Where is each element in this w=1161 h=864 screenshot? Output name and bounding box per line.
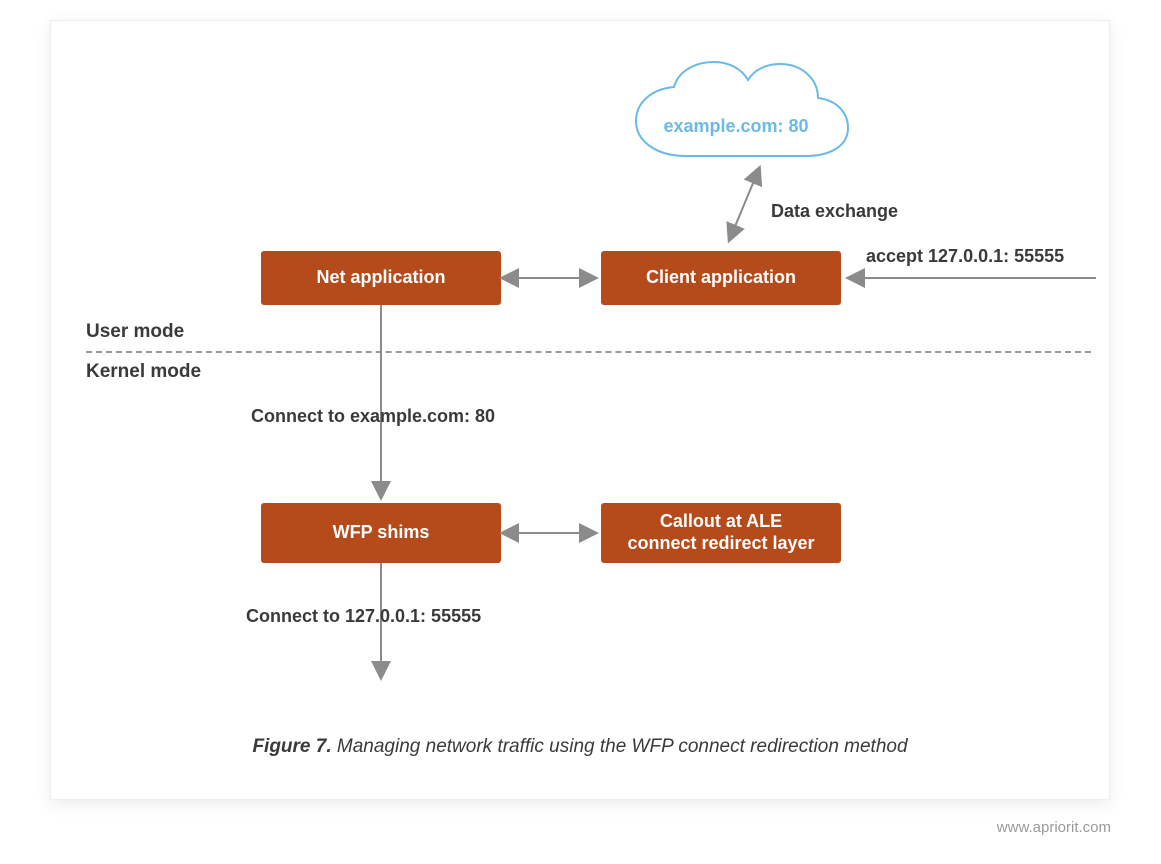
box-net-application: Net application	[261, 251, 501, 305]
mode-divider	[86, 351, 1091, 353]
box-client-application: Client application	[601, 251, 841, 305]
label-connect-80: Connect to example.com: 80	[251, 406, 495, 427]
label-data-exchange: Data exchange	[771, 201, 898, 222]
label-accept: accept 127.0.0.1: 55555	[866, 246, 1064, 267]
arrow-wfp-callout	[501, 523, 601, 543]
figure-caption: Figure 7. Managing network traffic using…	[51, 736, 1109, 758]
arrow-netapp-wfp	[371, 305, 391, 503]
arrow-data-exchange	[716, 161, 776, 251]
cloud-label: example.com: 80	[656, 116, 816, 137]
box-callout-ale: Callout at ALE connect redirect layer	[601, 503, 841, 563]
arrow-accept	[841, 268, 1101, 288]
diagram-frame: example.com: 80 Data exchange Net applic…	[50, 20, 1110, 800]
diagram-canvas: example.com: 80 Data exchange Net applic…	[51, 21, 1109, 799]
box-wfp-shims: WFP shims	[261, 503, 501, 563]
label-connect-55555: Connect to 127.0.0.1: 55555	[246, 606, 481, 627]
arrow-net-client	[501, 268, 601, 288]
label-kernel-mode: Kernel mode	[86, 361, 201, 383]
label-user-mode: User mode	[86, 321, 184, 343]
footer-attribution: www.apriorit.com	[997, 819, 1111, 836]
figure-number: Figure 7.	[252, 736, 331, 757]
figure-title: Managing network traffic using the WFP c…	[332, 736, 908, 757]
